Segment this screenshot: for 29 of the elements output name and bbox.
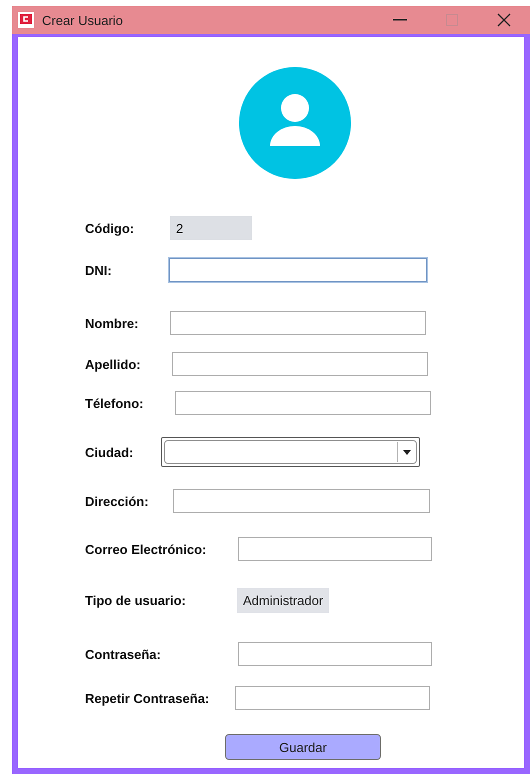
input-field[interactable] [175, 391, 431, 415]
field-label: Repetir Contraseña: [85, 690, 210, 706]
input-field[interactable] [170, 311, 426, 335]
user-type-value: Administrador [237, 588, 330, 612]
field-label: Contraseña: [85, 646, 161, 662]
field-label: Apellido: [85, 356, 141, 372]
user-avatar-icon [239, 67, 351, 179]
field-label: Correo Electrónico: [85, 542, 206, 556]
minimize-icon [393, 19, 407, 21]
input-field[interactable] [169, 258, 427, 282]
field-label: Dirección: [85, 494, 149, 508]
close-icon [497, 13, 511, 27]
input-field[interactable] [238, 537, 432, 561]
input-field[interactable] [238, 642, 432, 666]
field-label: Nombre: [85, 316, 138, 330]
input-field[interactable] [173, 489, 430, 513]
field-label: Código: [85, 220, 134, 236]
city-dropdown[interactable] [161, 437, 420, 467]
maximize-icon [446, 14, 458, 26]
window-title: Crear Usuario [42, 12, 124, 28]
code-field: 2 [170, 216, 252, 240]
field-label: DNI: [85, 262, 112, 278]
field-label: Tipo de usuario: [85, 592, 186, 608]
field-label: Télefono: [85, 396, 144, 410]
app-icon [18, 12, 34, 28]
input-field[interactable] [172, 352, 428, 376]
input-field[interactable] [235, 686, 430, 710]
field-label: Ciudad: [85, 444, 134, 460]
save-button[interactable]: Guardar [225, 734, 381, 760]
